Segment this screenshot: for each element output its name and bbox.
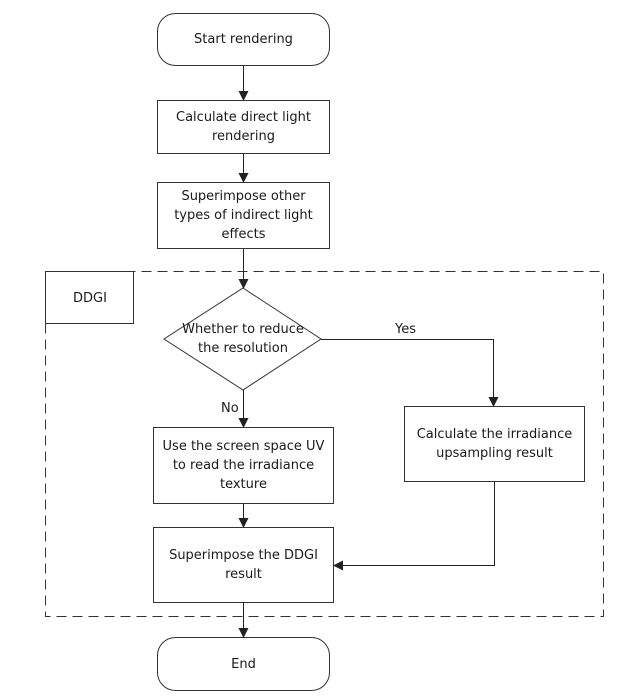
end-label: End <box>231 656 256 672</box>
edge-label-no: No <box>221 401 239 416</box>
edge-label-yes: Yes <box>395 322 416 337</box>
edge-decision-yes <box>321 339 499 407</box>
ddgi-group-label: DDGI <box>73 290 107 306</box>
upsampling-label: Calculate the irradiance upsampling resu… <box>416 427 573 461</box>
read-texture-label: Use the screen space UV to read the irra… <box>162 439 325 492</box>
start-label: Start rendering <box>194 32 293 47</box>
superimpose-ddgi-label: Superimpose the DDGI result <box>169 548 318 582</box>
edge-upsampling-to-superimpose <box>333 482 495 571</box>
indirect-light-label: Superimpose other types of indirect ligh… <box>174 189 313 242</box>
decision-label: Whether to reduce the resolution <box>182 322 304 356</box>
direct-light-label: Calculate direct light rendering <box>176 110 311 144</box>
